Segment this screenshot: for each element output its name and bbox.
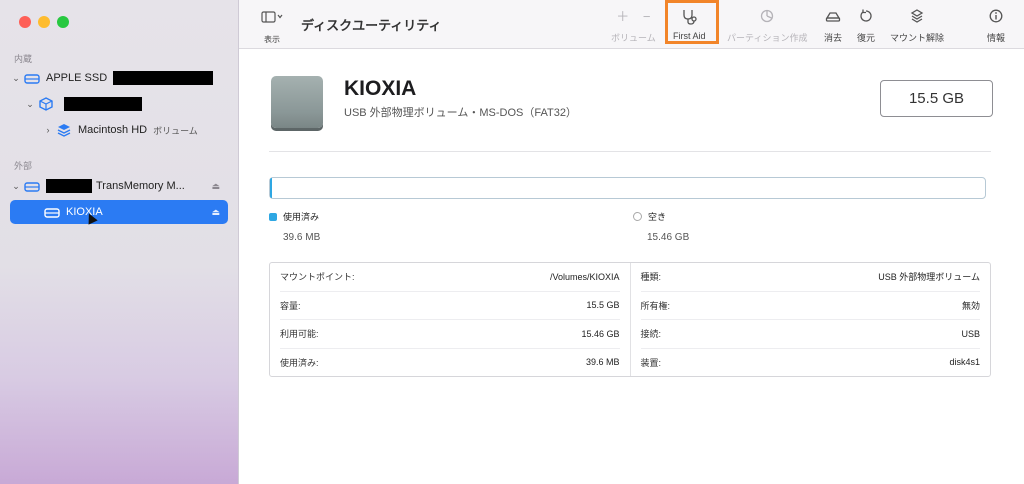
partition-button[interactable]: パーティション作成 bbox=[727, 9, 807, 44]
toolbar: 表示 ディスクユーティリティ ＋ − ボリューム First Aid パーティシ… bbox=[239, 0, 1024, 49]
legend-used-value: 39.6 MB bbox=[283, 232, 321, 243]
detail-key: 所有権: bbox=[640, 300, 671, 311]
disk-utility-window: 内蔵 ⌄ APPLE SSD ⌄ › Macintosh HD ボリューム 外部 bbox=[0, 0, 1024, 484]
sidebar-item-label: APPLE SSD bbox=[46, 72, 108, 84]
detail-value: USB 外部物理ボリューム bbox=[878, 272, 980, 283]
capacity-box: 15.5 GB bbox=[880, 80, 993, 117]
partition-label: パーティション作成 bbox=[727, 33, 808, 43]
info-button[interactable]: 情報 bbox=[987, 9, 1005, 44]
external-drive-icon bbox=[22, 181, 42, 192]
sidebar-section-internal: 内蔵 bbox=[14, 54, 33, 64]
detail-key: 使用済み: bbox=[280, 357, 319, 368]
container-icon bbox=[36, 97, 56, 111]
usage-bar bbox=[269, 177, 986, 199]
detail-row: 装置: disk4s1 bbox=[641, 349, 981, 377]
main-content: KIOXIA USB 外部物理ボリューム・MS-DOS（FAT32） 15.5 … bbox=[239, 49, 1024, 484]
restore-label: 復元 bbox=[857, 33, 876, 43]
legend-used-label: 使用済み bbox=[283, 212, 320, 222]
sidebar-toggle-icon bbox=[257, 10, 287, 28]
legend-used: 使用済み 39.6 MB bbox=[269, 210, 320, 243]
legend-free-label: 空き bbox=[648, 212, 667, 222]
detail-row: 利用可能: 15.46 GB bbox=[280, 320, 620, 349]
redacted-block bbox=[46, 179, 92, 193]
chevron-down-icon[interactable]: ⌄ bbox=[10, 181, 22, 192]
minus-icon: − bbox=[642, 9, 651, 24]
sidebar-item-label: Macintosh HD bbox=[78, 124, 148, 136]
detail-value: 39.6 MB bbox=[585, 357, 620, 368]
erase-icon bbox=[824, 9, 842, 25]
detail-row: 使用済み: 39.6 MB bbox=[280, 349, 620, 377]
detail-value: 15.46 GB bbox=[581, 328, 620, 339]
detail-value: /Volumes/KIOXIA bbox=[549, 271, 620, 282]
sidebar-section-external: 外部 bbox=[14, 161, 33, 171]
detail-key: 容量: bbox=[280, 300, 301, 311]
detail-value: 無効 bbox=[961, 300, 980, 311]
detail-row: 所有権: 無効 bbox=[640, 292, 980, 320]
drive-title: KIOXIA bbox=[344, 77, 417, 100]
drive-subtitle: USB 外部物理ボリューム・MS-DOS（FAT32） bbox=[344, 107, 577, 119]
detail-row: 接続: USB bbox=[640, 320, 980, 349]
detail-value: 15.5 GB bbox=[586, 300, 620, 311]
unmount-label: マウント解除 bbox=[890, 33, 945, 43]
redacted-block bbox=[64, 97, 142, 111]
window-controls bbox=[19, 16, 69, 28]
usage-bar-used-fill bbox=[270, 178, 273, 198]
volume-button[interactable]: ＋ − ボリューム bbox=[611, 9, 656, 44]
sidebar-item-transmemory[interactable]: ⌄ TransMemory M... ⏏ bbox=[10, 174, 228, 198]
internal-drive-icon bbox=[22, 73, 42, 84]
chevron-down-icon[interactable]: ⌄ bbox=[10, 73, 22, 84]
divider bbox=[269, 151, 991, 152]
sidebar-item-apple-ssd[interactable]: ⌄ APPLE SSD bbox=[10, 66, 228, 90]
volume-stack-icon bbox=[54, 123, 74, 137]
detail-row: 容量: 15.5 GB bbox=[280, 292, 620, 320]
detail-value: disk4s1 bbox=[949, 357, 980, 368]
redacted-block bbox=[113, 71, 214, 85]
free-swatch bbox=[633, 212, 642, 221]
sidebar-item-macintosh-hd[interactable]: › Macintosh HD ボリューム bbox=[10, 118, 228, 142]
first-aid-highlight bbox=[665, 0, 719, 44]
detail-row: 種類: USB 外部物理ボリューム bbox=[640, 263, 980, 292]
detail-key: 装置: bbox=[640, 357, 662, 368]
zoom-button[interactable] bbox=[57, 16, 69, 28]
app-title: ディスクユーティリティ bbox=[301, 18, 442, 33]
sidebar-item-container[interactable]: ⌄ bbox=[10, 92, 228, 116]
detail-key: マウントポイント: bbox=[280, 272, 355, 283]
chevron-down-icon[interactable]: ⌄ bbox=[24, 99, 36, 110]
detail-row: マウントポイント: /Volumes/KIOXIA bbox=[280, 263, 620, 292]
chevron-right-icon[interactable]: › bbox=[42, 125, 54, 135]
details-table: マウントポイント: /Volumes/KIOXIA 容量: 15.5 GB 利用可能… bbox=[269, 262, 991, 377]
view-button[interactable]: 表示 bbox=[257, 10, 287, 45]
restore-button[interactable]: 復元 bbox=[857, 9, 875, 44]
detail-key: 利用可能: bbox=[280, 329, 319, 340]
legend-free: 空き 15.46 GB bbox=[633, 210, 689, 243]
sidebar-item-sublabel: ボリューム bbox=[153, 125, 198, 136]
details-left-column: マウントポイント: /Volumes/KIOXIA 容量: 15.5 GB 利用可能… bbox=[270, 263, 630, 376]
view-label: 表示 bbox=[264, 35, 280, 44]
sidebar: 内蔵 ⌄ APPLE SSD ⌄ › Macintosh HD ボリューム 外部 bbox=[0, 0, 239, 484]
pie-icon bbox=[727, 9, 807, 25]
detail-key: 種類: bbox=[640, 272, 662, 283]
unmount-button[interactable]: マウント解除 bbox=[890, 9, 944, 44]
plus-icon: ＋ bbox=[616, 9, 630, 24]
restore-icon bbox=[857, 9, 875, 25]
info-label: 情報 bbox=[987, 33, 1006, 43]
eject-icon[interactable]: ⏏ bbox=[211, 181, 220, 192]
sidebar-item-label: TransMemory M... bbox=[96, 180, 185, 192]
eject-icon[interactable]: ⏏ bbox=[211, 207, 220, 218]
volume-label: ボリューム bbox=[611, 33, 656, 43]
used-swatch bbox=[269, 213, 277, 221]
detail-value: USB bbox=[961, 328, 980, 339]
detail-key: 接続: bbox=[640, 329, 662, 340]
close-button[interactable] bbox=[19, 16, 31, 28]
drive-icon bbox=[271, 76, 323, 128]
sidebar-item-kioxia[interactable]: KIOXIA ⏏ bbox=[10, 200, 228, 224]
legend-free-value: 15.46 GB bbox=[647, 232, 690, 243]
unmount-icon bbox=[890, 9, 944, 25]
erase-button[interactable]: 消去 bbox=[824, 9, 842, 44]
info-icon bbox=[987, 9, 1005, 25]
details-right-column: 種類: USB 外部物理ボリューム 所有権: 無効 接続: USB 装置: disk4s… bbox=[629, 263, 991, 377]
minimize-button[interactable] bbox=[38, 16, 50, 28]
erase-label: 消去 bbox=[824, 33, 843, 43]
volume-icon bbox=[42, 207, 62, 218]
